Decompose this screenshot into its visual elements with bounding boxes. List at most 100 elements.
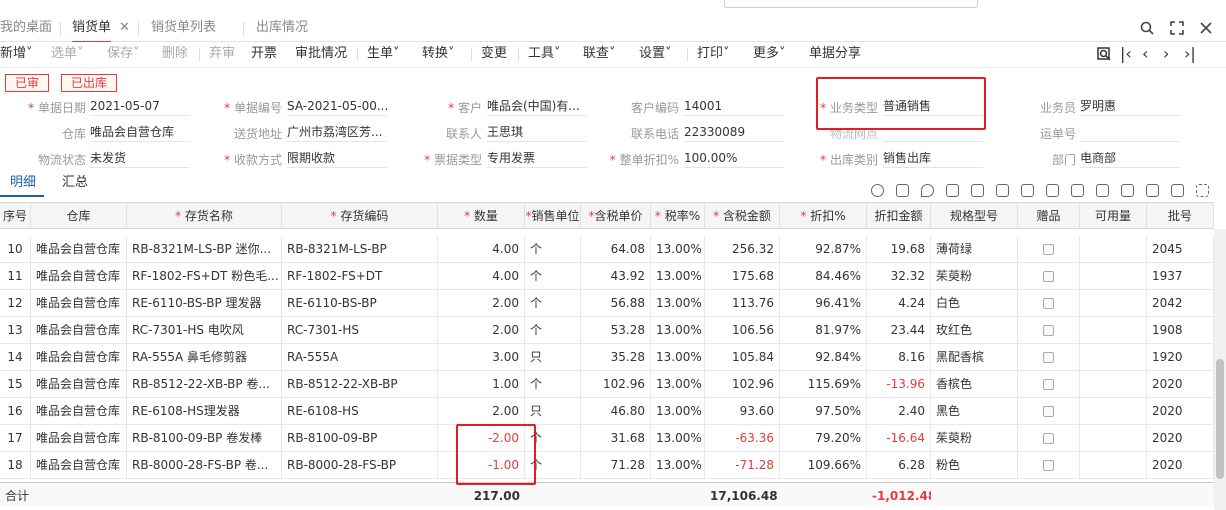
cell-spec[interactable]: 粉色 xyxy=(931,452,1018,478)
cell-no[interactable]: 15 xyxy=(0,371,31,397)
cell-batch[interactable]: 2042 xyxy=(1147,290,1214,316)
gift-checkbox[interactable] xyxy=(1043,379,1054,390)
tab-detail[interactable]: 明细 xyxy=(10,174,36,192)
cell-tax[interactable]: 13.00% xyxy=(651,452,705,478)
split-icon[interactable] xyxy=(1046,184,1059,197)
new-button[interactable]: 新增˅ xyxy=(0,42,33,67)
doc-search-icon[interactable] xyxy=(1097,47,1111,61)
cell-item-name[interactable]: RE-6108-HS理发器 xyxy=(127,398,282,424)
col-header-batch[interactable]: 批号 xyxy=(1147,203,1214,229)
cell-discount-amount[interactable]: 8.16 xyxy=(867,344,931,370)
cell-amount[interactable]: -71.28 xyxy=(705,452,780,478)
col-header-discount[interactable]: * 折扣% xyxy=(780,203,867,229)
cell-discount-amount[interactable]: 6.28 xyxy=(867,452,931,478)
cell-discount[interactable]: 96.41% xyxy=(780,290,867,316)
generate-doc-button[interactable]: 生单˅ xyxy=(367,42,400,67)
payment-field[interactable]: 限期收款 xyxy=(287,148,387,168)
merge-icon[interactable] xyxy=(1071,184,1084,197)
pin-icon[interactable] xyxy=(921,184,934,197)
col-header-unit[interactable]: *销售单位 xyxy=(525,203,581,229)
col-header-no[interactable]: 序号 xyxy=(0,203,31,229)
cell-warehouse[interactable]: 唯品会自营仓库 xyxy=(31,317,127,343)
cell-tax[interactable]: 13.00% xyxy=(651,263,705,289)
cell-batch[interactable]: 2045 xyxy=(1147,236,1214,262)
docno-field[interactable]: SA-2021-05-00... xyxy=(287,96,387,116)
batch-edit-icon[interactable] xyxy=(1021,184,1034,197)
cell-qty[interactable]: 4.00 xyxy=(438,263,525,289)
tab-sales-order[interactable]: 销货单 xyxy=(72,15,112,43)
cell-spec[interactable]: 薄荷绿 xyxy=(931,236,1018,262)
tab-sales-order-list[interactable]: 销货单列表 xyxy=(151,15,216,42)
cell-item-code[interactable]: RF-1802-FS+DT xyxy=(282,263,438,289)
home-icon[interactable] xyxy=(1171,184,1184,197)
cell-discount[interactable]: 92.87% xyxy=(780,236,867,262)
fullscreen-icon[interactable] xyxy=(1170,21,1184,35)
salesperson-field[interactable]: 罗明惠 xyxy=(1080,96,1180,116)
cell-tax[interactable]: 13.00% xyxy=(651,290,705,316)
change-button[interactable]: 变更 xyxy=(481,42,507,67)
cell-no[interactable]: 11 xyxy=(0,263,31,289)
warehouse-field[interactable]: 唯品会自营仓库 xyxy=(90,122,190,142)
table-row[interactable]: 16 唯品会自营仓库 RE-6108-HS理发器 RE-6108-HS 2.00 只 46.… xyxy=(0,398,1214,425)
cell-batch[interactable]: 2020 xyxy=(1147,452,1214,478)
cell-price[interactable]: 35.28 xyxy=(581,344,651,370)
tab-desktop[interactable]: 我的桌面 xyxy=(0,15,52,42)
table-row[interactable]: 11 唯品会自营仓库 RF-1802-FS+DT 粉色毛... RF-1802-FS+… xyxy=(0,263,1214,290)
col-header-warehouse[interactable]: 仓库 xyxy=(31,203,127,229)
global-search-input[interactable] xyxy=(724,0,978,8)
tools-button[interactable]: 工具˅ xyxy=(528,42,561,67)
cell-discount-amount[interactable]: -13.96 xyxy=(867,371,931,397)
cell-available[interactable] xyxy=(1080,371,1147,397)
table-row[interactable]: 13 唯品会自营仓库 RC-7301-HS 电吹风 RC-7301-HS 2.00 个 53… xyxy=(0,317,1214,344)
cell-item-name[interactable]: RC-7301-HS 电吹风 xyxy=(127,317,282,343)
cell-available[interactable] xyxy=(1080,263,1147,289)
last-record-icon[interactable]: ›| xyxy=(1184,46,1196,62)
print-button[interactable]: 打印˅ xyxy=(697,42,730,67)
col-header-available[interactable]: 可用量 xyxy=(1080,203,1147,229)
share-doc-button[interactable]: 单据分享 xyxy=(809,42,861,67)
cell-tax[interactable]: 13.00% xyxy=(651,398,705,424)
gift-checkbox[interactable] xyxy=(1043,271,1054,282)
col-header-amount[interactable]: * 含税金额 xyxy=(705,203,780,229)
cell-item-name[interactable]: RB-8000-28-FS-BP 卷... xyxy=(127,452,282,478)
cell-item-name[interactable]: RB-8100-09-BP 卷发棒 xyxy=(127,425,282,451)
cell-no[interactable]: 12 xyxy=(0,290,31,316)
cell-batch[interactable]: 2020 xyxy=(1147,398,1214,424)
cell-qty[interactable]: 2.00 xyxy=(438,290,525,316)
col-header-spec[interactable]: 规格型号 xyxy=(931,203,1018,229)
gift-checkbox[interactable] xyxy=(1043,406,1054,417)
cell-tax[interactable]: 13.00% xyxy=(651,344,705,370)
tag-icon[interactable] xyxy=(1146,184,1159,197)
logistics-status-field[interactable]: 未发货 xyxy=(90,148,190,168)
cell-tax[interactable]: 13.00% xyxy=(651,317,705,343)
cell-gift[interactable] xyxy=(1018,263,1080,289)
gift-checkbox[interactable] xyxy=(1043,433,1054,444)
cell-no[interactable]: 18 xyxy=(0,452,31,478)
cell-discount-amount[interactable]: 23.44 xyxy=(867,317,931,343)
cell-unit[interactable]: 只 xyxy=(525,398,581,424)
invoice-type-field[interactable]: 专用发票 xyxy=(487,148,587,168)
fullscreen-icon[interactable] xyxy=(1196,184,1209,197)
cell-item-code[interactable]: RB-8321M-LS-BP xyxy=(282,236,438,262)
scrollbar-thumb[interactable] xyxy=(1216,359,1224,479)
cell-price[interactable]: 53.28 xyxy=(581,317,651,343)
location-icon[interactable] xyxy=(871,184,884,197)
col-header-price[interactable]: *含税单价 xyxy=(581,203,651,229)
col-header-discount-amount[interactable]: 折扣金额 xyxy=(867,203,931,229)
cell-tax[interactable]: 13.00% xyxy=(651,371,705,397)
cell-gift[interactable] xyxy=(1018,425,1080,451)
cell-discount[interactable]: 84.46% xyxy=(780,263,867,289)
gift-checkbox[interactable] xyxy=(1043,460,1054,471)
paste-icon[interactable] xyxy=(971,184,984,197)
prev-record-icon[interactable]: ‹ xyxy=(1142,46,1148,62)
cell-warehouse[interactable]: 唯品会自营仓库 xyxy=(31,344,127,370)
cell-qty[interactable]: 2.00 xyxy=(438,317,525,343)
cell-item-code[interactable]: RB-8100-09-BP xyxy=(282,425,438,451)
cell-item-name[interactable]: RE-6110-BS-BP 理发器 xyxy=(127,290,282,316)
gift-checkbox[interactable] xyxy=(1043,325,1054,336)
cell-batch[interactable]: 1908 xyxy=(1147,317,1214,343)
cell-discount[interactable]: 79.20% xyxy=(780,425,867,451)
phone-field[interactable]: 22330089 xyxy=(684,122,784,142)
scan-icon[interactable] xyxy=(896,184,909,197)
waybill-field[interactable] xyxy=(1080,122,1180,142)
